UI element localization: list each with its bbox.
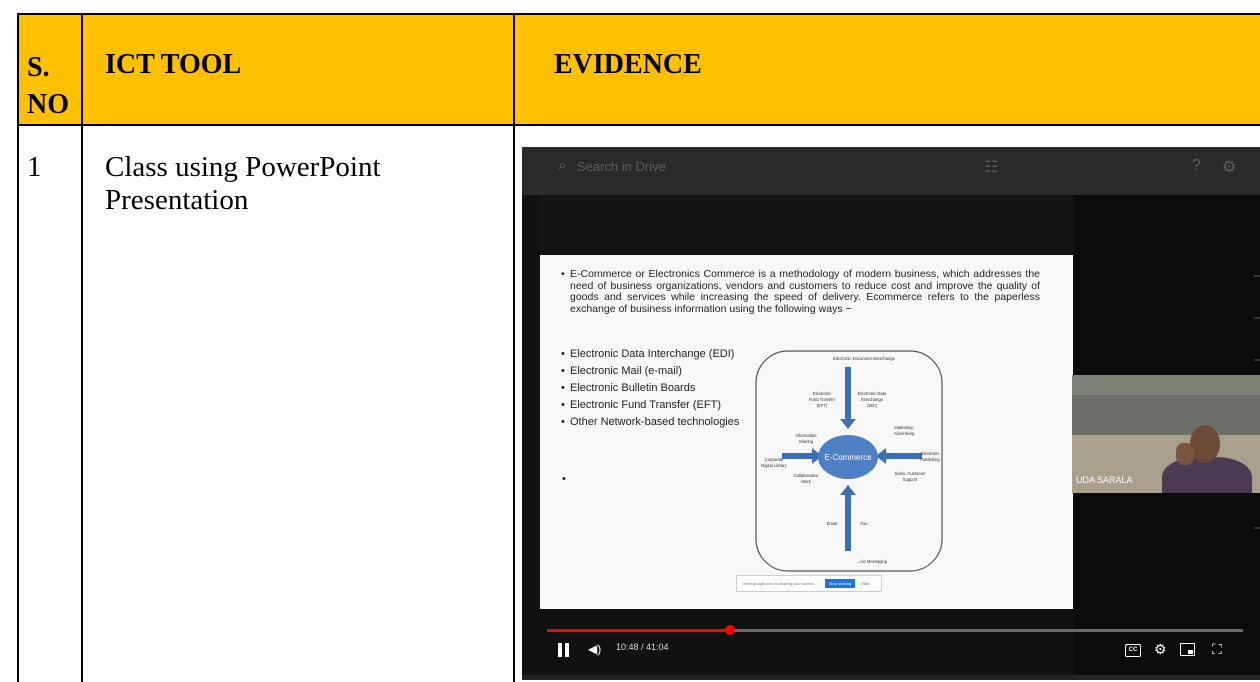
captions-icon[interactable]: CC [1125,644,1141,657]
svg-text:Digital Library: Digital Library [761,463,788,468]
ecommerce-diagram: E-Commerce Electronic Document Interchan… [755,350,943,572]
fullscreen-icon[interactable]: ⛶ [1212,639,1222,659]
svg-text:Information: Information [796,433,818,438]
volume-icon[interactable]: ◀) [588,639,601,659]
svg-text:Electronic: Electronic [921,451,939,456]
svg-text:Fund Transfer: Fund Transfer [809,397,836,402]
arrow-top-head [840,419,856,429]
gear-icon[interactable]: ⚙ [1222,157,1236,177]
tile-blackboard-lower [1072,395,1260,435]
header-sno: S. NO [27,52,69,120]
search-box[interactable]: ⌕ Search in Drive [558,157,666,175]
progress-bar[interactable] [547,625,1243,635]
svg-text:Interchange: Interchange [861,397,884,402]
slide-bullet: Electronic Mail (e-mail) [561,363,739,380]
settings-icon[interactable]: ⚙ [1154,639,1167,659]
progress-fill [547,629,731,632]
arrow-top [845,367,851,419]
empty-bullet: • [562,473,566,485]
svg-text:Marketing,: Marketing, [894,425,914,430]
slide-paragraph: E-Commerce or Electronics Commerce is a … [561,268,1040,315]
svg-text:Sharing: Sharing [799,439,814,444]
drive-topbar: ⌕ Search in Drive ☷ ? ⚙ [522,147,1260,195]
popup-text: meet.google.com is sharing your screen. [743,581,816,586]
arrow-right [886,453,922,459]
miniplayer-icon[interactable] [1180,643,1195,656]
participant-head [1190,425,1220,463]
search-placeholder: Search in Drive [576,158,666,174]
slide-top-band [540,195,1073,255]
table-border-left [17,13,19,682]
header-evidence: EVIDENCE [554,49,702,80]
participant-name: UDA SARALA [1076,475,1133,485]
row-tool: Class using PowerPoint Presentation [105,151,381,216]
slide-bullet: Electronic Bulletin Boards [561,380,739,397]
filter-icon[interactable]: ☷ [984,157,998,177]
svg-text:Sales, Customer: Sales, Customer [895,471,927,476]
svg-text:Fax: Fax [861,521,869,526]
svg-text:Collaborative: Collaborative [794,473,819,478]
participant-tile: UDA SARALA [1072,375,1260,493]
search-icon: ⌕ [558,157,567,174]
row-sno: 1 [27,151,42,183]
video-stage[interactable]: E-Commerce or Electronics Commerce is a … [522,195,1260,675]
stop-sharing-button[interactable]: Stop sharing [825,579,855,588]
screen-share-popup: meet.google.com is sharing your screen. … [736,575,882,592]
svg-text:...nic Messaging: ...nic Messaging [857,559,888,564]
header-divider [17,124,1260,126]
arrow-bottom-head [840,485,856,495]
pause-icon[interactable] [558,643,570,657]
column-divider-2 [513,13,515,682]
label-doc-interchange: Electronic Document Interchange [833,356,896,361]
svg-text:Electronic Data: Electronic Data [858,391,887,396]
svg-text:Corporate: Corporate [765,457,784,462]
participant-hand [1176,443,1194,465]
svg-text:Advertising: Advertising [894,431,915,436]
slide-bullet-list: Electronic Data Interchange (EDI) Electr… [561,346,739,431]
svg-text:(EFT): (EFT) [817,403,828,408]
svg-text:Work: Work [801,479,812,484]
center-label: E-Commerce [824,453,872,462]
svg-text:(EDI): (EDI) [867,403,877,408]
evidence-screenshot: ⌕ Search in Drive ☷ ? ⚙ E-Commerce or El… [522,147,1260,680]
player-controls: ◀) 10:48 / 41:04 CC ⚙ ⛶ [522,639,1260,669]
slide-bullet: Electronic Fund Transfer (EFT) [561,397,739,414]
svg-text:Support: Support [903,477,919,482]
arrow-bottom [845,495,851,551]
time-display: 10:48 / 41:04 [616,642,669,652]
presentation-slide: E-Commerce or Electronics Commerce is a … [540,255,1073,609]
svg-text:Publishing: Publishing [920,457,940,462]
progress-scrubber[interactable] [725,625,736,635]
slide-bullet: Electronic Data Interchange (EDI) [561,346,739,363]
svg-text:Email: Email [827,521,838,526]
arrow-left [782,453,812,459]
slide-bullet: Other Network-based technologies [561,414,739,431]
help-icon[interactable]: ? [1192,157,1201,175]
svg-text:Electronic: Electronic [813,391,831,396]
header-ict-tool: ICT TOOL [105,49,242,80]
table-border-top [17,13,1260,15]
hide-link[interactable]: Hide [861,581,869,586]
